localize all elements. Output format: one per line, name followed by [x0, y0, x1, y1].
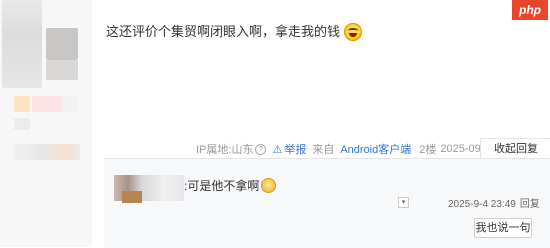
source-prefix: 来自	[312, 144, 335, 156]
reply-timestamp: 2025-9-4 23:49	[448, 199, 516, 210]
collapse-replies-button[interactable]: 收起回复	[480, 138, 550, 160]
report-link[interactable]: 举报	[284, 141, 306, 157]
emoji-icon	[261, 178, 277, 193]
reply-panel: :可是他不拿啊 ▾ 2025-9-4 23:49 回复 我也说一句	[104, 158, 550, 248]
android-client-link[interactable]: Android客户端	[340, 144, 411, 156]
reply-content: :可是他不拿啊	[184, 177, 277, 194]
post-content: 这还评价个集贸啊闭眼入啊，拿走我的钱	[106, 21, 363, 41]
badge-blur-pink	[32, 96, 62, 112]
help-icon[interactable]: ?	[255, 143, 267, 155]
badge-blur-grey	[62, 96, 78, 112]
reply-link[interactable]: 回复	[520, 199, 540, 210]
avatar-blur	[2, 0, 42, 88]
reply-menu-chevron-down-icon[interactable]: ▾	[398, 197, 409, 208]
reply-avatar-blur	[122, 191, 142, 203]
laughing-emoji-icon	[344, 23, 363, 41]
avatar-blur-dark	[46, 28, 78, 60]
floor-number: 2楼	[419, 144, 437, 156]
say-something-button[interactable]: 我也说一句	[474, 218, 532, 238]
source-info: 来自 Android客户端	[312, 141, 411, 157]
warning-icon: ⚠	[272, 143, 283, 156]
author-sidebar	[0, 0, 92, 247]
ip-location: IP属地:山东	[196, 144, 254, 156]
badge-blur-yellow	[14, 96, 30, 112]
post-text: 这还评价个集贸啊闭眼入啊，拿走我的钱	[106, 24, 341, 39]
avatar-blur-light	[46, 60, 78, 80]
reply-meta: 2025-9-4 23:49 回复	[448, 195, 540, 210]
reply-text: :可是他不拿啊	[184, 179, 260, 193]
php-watermark: php	[512, 0, 548, 20]
level-blur	[14, 118, 30, 130]
level-blur-2	[14, 144, 80, 160]
